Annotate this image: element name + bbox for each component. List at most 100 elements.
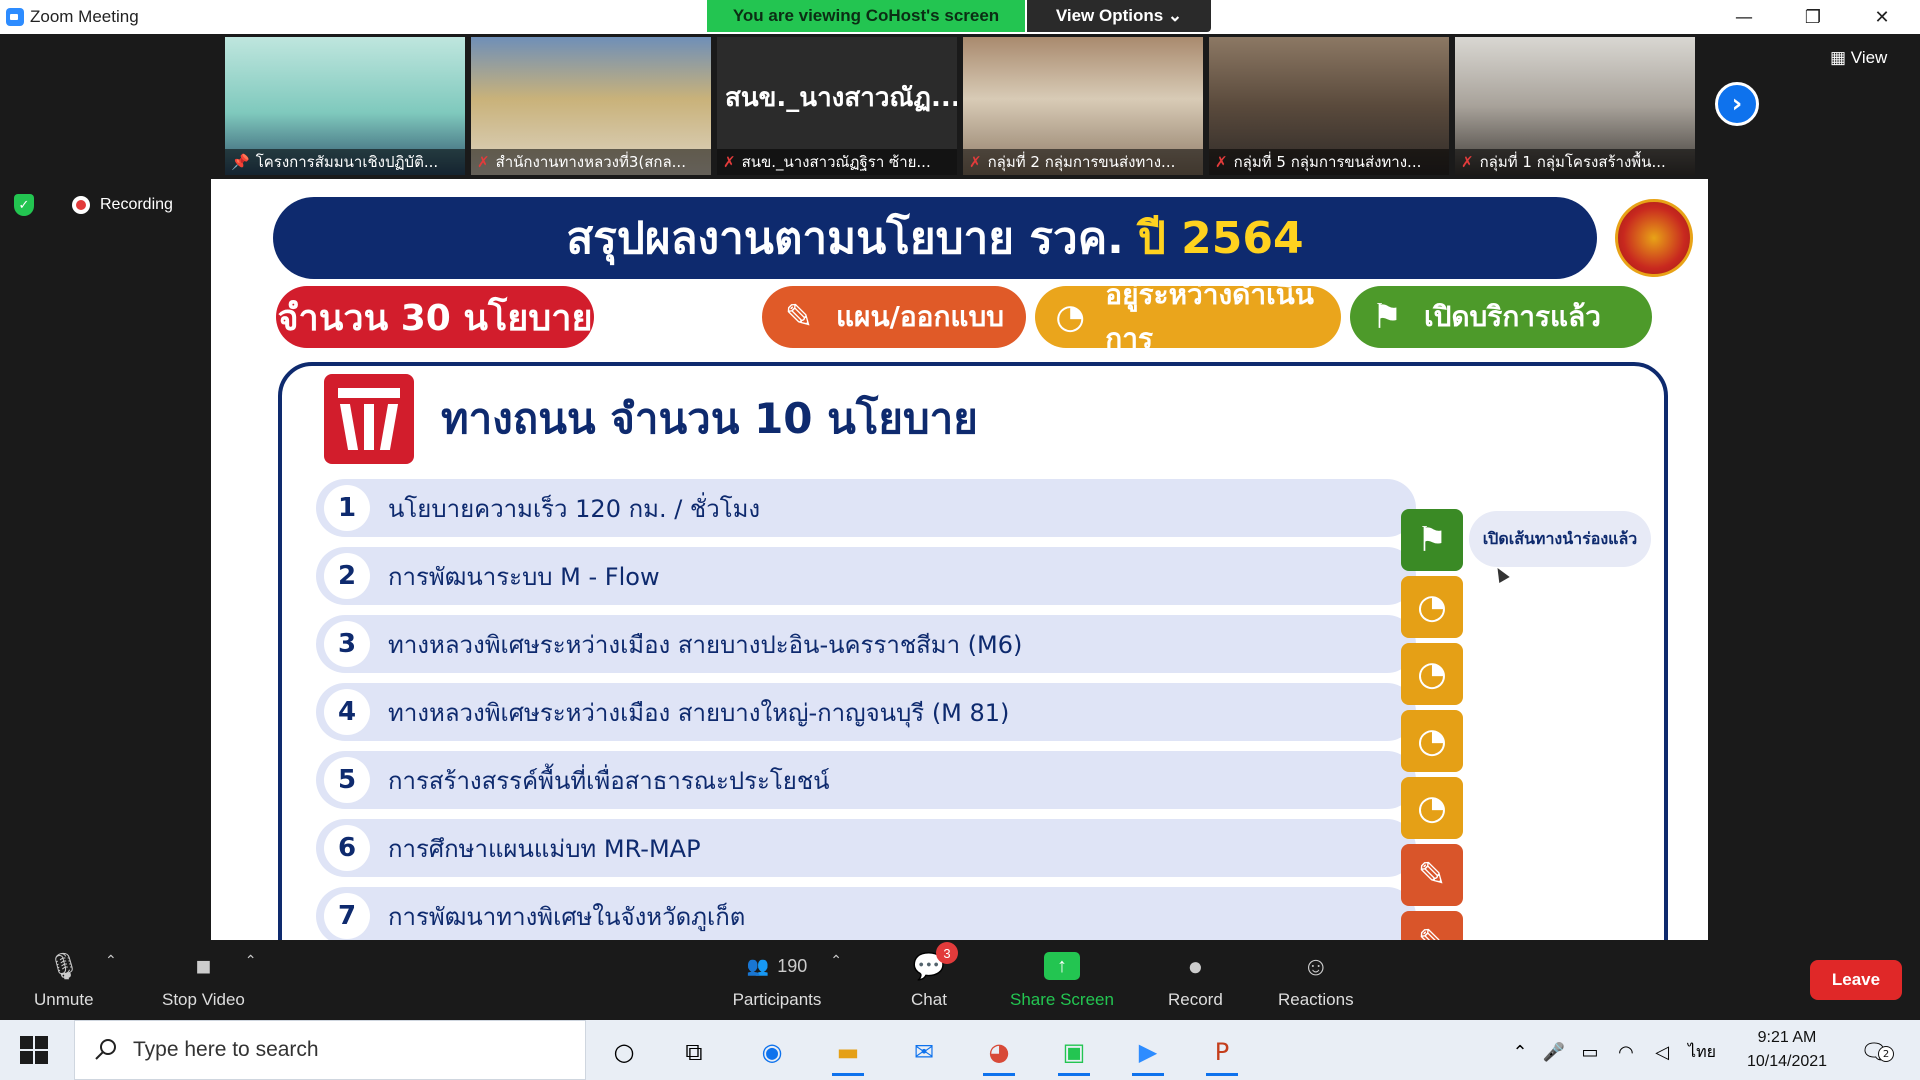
volume-icon[interactable]: ◁ xyxy=(1638,1028,1686,1076)
participant-tile[interactable]: สนข._นางสาวณัฏ... ✗ สนข._นางสาวณัฏฐิรา ซ้… xyxy=(717,37,957,175)
share-screen-button[interactable]: ↑ Share Screen xyxy=(1010,948,1114,1010)
muted-mic-icon: ✗ xyxy=(1461,153,1474,171)
status-progress-icon: ◔ xyxy=(1401,777,1463,839)
ruler-pencil-icon: ✎ xyxy=(784,297,814,337)
legend-in-progress: ◔ อยู่ระหว่างดำเนินการ xyxy=(1035,278,1341,355)
grid-icon: ▦ xyxy=(1830,48,1851,67)
powerpoint-icon[interactable]: P xyxy=(1198,1028,1246,1076)
section-title: ทางถนน จำนวน 10 นโยบาย xyxy=(441,394,978,443)
title-bar: Zoom Meeting You are viewing CoHost's sc… xyxy=(0,0,1920,34)
recording-label: Recording xyxy=(100,196,173,213)
participants-icon: 👥 190 ⌃ xyxy=(746,952,842,976)
participant-tile[interactable]: 📌 โครงการสัมมนาเชิงปฏิบัติ... xyxy=(225,37,465,175)
policy-row: 4 ทางหลวงพิเศษระหว่างเมือง สายบางใหญ่-กา… xyxy=(316,683,1416,741)
view-options-button[interactable]: View Options ⌄ xyxy=(1027,0,1211,32)
ministry-seal xyxy=(1615,199,1693,277)
taskbar-search-input[interactable]: Type here to search xyxy=(74,1020,586,1080)
row-number: 6 xyxy=(324,825,370,871)
policy-row: 5 การสร้างสรรค์พื้นที่เพื่อสาธารณะประโยช… xyxy=(316,751,1416,809)
pin-icon: 📌 xyxy=(231,153,250,171)
notifications-icon[interactable]: 🗨 2 xyxy=(1850,1028,1898,1076)
chevron-up-icon[interactable]: ⌃ xyxy=(245,952,257,969)
participant-tile[interactable]: ✗ กลุ่มที่ 2 กลุ่มการขนส่งทาง... xyxy=(963,37,1203,175)
participant-tile[interactable]: ✗ สำนักงานทางหลวงที่3(สกล... xyxy=(471,37,711,175)
row-label: การพัฒนาระบบ M - Flow xyxy=(388,562,660,591)
windows-start-icon[interactable] xyxy=(20,1036,48,1064)
row-label: การพัฒนาทางพิเศษในจังหวัดภูเก็ต xyxy=(388,902,746,931)
clock-date: 10/14/2021 xyxy=(1746,1053,1828,1070)
legend-plan: ✎ แผน/ออกแบบ xyxy=(762,286,1026,348)
windows-taskbar: Type here to search ○ ⧉ ◉ ▬ ✉ ◕ ▣ ▶ P ⌃ … xyxy=(0,1020,1920,1080)
close-icon[interactable]: ✕ xyxy=(1852,0,1912,34)
video-camera-icon: ■ ⌃ xyxy=(195,950,257,981)
taskbar-clock[interactable]: 9:21 AM 10/14/2021 xyxy=(1738,1026,1836,1074)
status-progress-icon: ◔ xyxy=(1401,576,1463,638)
row-label: ทางหลวงพิเศษระหว่างเมือง สายบางปะอิน-นคร… xyxy=(388,630,1023,659)
cortana-icon[interactable]: ○ xyxy=(600,1028,648,1076)
row-label: การสร้างสรรค์พื้นที่เพื่อสาธารณะประโยชน์ xyxy=(388,766,830,795)
participant-caption: 📌 โครงการสัมมนาเชิงปฏิบัติ... xyxy=(225,149,465,175)
reactions-button[interactable]: ☺ Reactions xyxy=(1278,948,1354,1010)
chat-button[interactable]: 💬 3 Chat xyxy=(910,942,958,1010)
edge-icon[interactable]: ◉ xyxy=(748,1028,796,1076)
policy-row: 2 การพัฒนาระบบ M - Flow xyxy=(316,547,1416,605)
slide-title: สรุปผลงานตามนโยบาย รวค. xyxy=(566,213,1124,264)
file-explorer-icon[interactable]: ▬ xyxy=(824,1028,872,1076)
next-page-button[interactable]: › xyxy=(1715,82,1759,126)
muted-mic-icon: ✗ xyxy=(723,153,736,171)
search-placeholder: Type here to search xyxy=(133,1038,319,1061)
slide-year: ปี 2564 xyxy=(1137,213,1304,264)
zoom-taskbar-icon[interactable]: ▶ xyxy=(1124,1028,1172,1076)
row-label: ทางหลวงพิเศษระหว่างเมือง สายบางใหญ่-กาญจ… xyxy=(388,698,1010,727)
meeting-toolbar: 🎙 ⌃ Unmute ■ ⌃ Stop Video 👥 190 ⌃ Participa… xyxy=(0,940,1920,1020)
participant-caption: ✗ กลุ่มที่ 1 กลุ่มโครงสร้างพื้น... xyxy=(1455,149,1695,175)
participants-button[interactable]: 👥 190 ⌃ Participants xyxy=(722,948,842,1010)
status-open-flag-icon: ⚑ xyxy=(1401,509,1463,571)
participant-caption: ✗ กลุ่มที่ 5 กลุ่มการขนส่งทาง... xyxy=(1209,149,1449,175)
shield-icon: ✓ xyxy=(14,194,34,216)
legend-open: ⚑ เปิดบริการแล้ว xyxy=(1350,286,1652,348)
row1-note: เปิดเส้นทางนำร่องแล้ว xyxy=(1469,511,1651,567)
mail-icon[interactable]: ✉ xyxy=(900,1028,948,1076)
policy-count-pill: จำนวน 30 นโยบาย xyxy=(276,286,594,348)
road-icon xyxy=(324,374,414,464)
leave-button[interactable]: Leave xyxy=(1810,960,1902,1000)
row-number: 4 xyxy=(324,689,370,735)
shared-screen: สรุปผลงานตามนโยบาย รวค. ปี 2564 จำนวน 30… xyxy=(211,179,1708,940)
zoom-app-icon xyxy=(6,8,24,26)
row-label: การศึกษาแผนแม่บท MR-MAP xyxy=(388,834,701,863)
share-screen-icon: ↑ xyxy=(1043,948,1081,984)
chrome-icon[interactable]: ◕ xyxy=(975,1028,1023,1076)
row-number: 3 xyxy=(324,621,370,667)
view-button[interactable]: ▦ View xyxy=(1830,48,1887,68)
line-app-icon[interactable]: ▣ xyxy=(1050,1028,1098,1076)
row-number: 1 xyxy=(324,485,370,531)
chevron-up-icon[interactable]: ⌃ xyxy=(830,952,842,969)
muted-mic-icon: ✗ xyxy=(969,153,982,171)
row-label: นโยบายความเร็ว 120 กม. / ชั่วโมง xyxy=(388,494,761,523)
muted-mic-icon: ✗ xyxy=(477,153,490,171)
chevron-up-icon[interactable]: ⌃ xyxy=(105,952,117,969)
task-view-icon[interactable]: ⧉ xyxy=(670,1028,718,1076)
participant-strip: 📌 โครงการสัมมนาเชิงปฏิบัติ... ✗ สำนักงานทา… xyxy=(225,37,1695,175)
record-button[interactable]: ● Record xyxy=(1168,948,1223,1010)
record-icon: ● xyxy=(1187,950,1204,981)
restore-icon[interactable]: ❐ xyxy=(1783,0,1843,34)
status-progress-icon: ◔ xyxy=(1401,710,1463,772)
unmute-button[interactable]: 🎙 ⌃ Unmute xyxy=(34,948,117,1010)
language-indicator[interactable]: ไทย xyxy=(1682,1028,1722,1076)
participant-caption: ✗ สำนักงานทางหลวงที่3(สกล... xyxy=(471,149,711,175)
notification-badge: 2 xyxy=(1878,1046,1894,1062)
chat-badge: 3 xyxy=(936,942,958,964)
meeting-area: 📌 โครงการสัมมนาเชิงปฏิบัติ... ✗ สำนักงานทา… xyxy=(0,34,1920,940)
participant-tile[interactable]: ✗ กลุ่มที่ 1 กลุ่มโครงสร้างพื้น... xyxy=(1455,37,1695,175)
policy-row: 1 นโยบายความเร็ว 120 กม. / ชั่วโมง xyxy=(316,479,1416,537)
stop-video-button[interactable]: ■ ⌃ Stop Video xyxy=(162,948,257,1010)
policy-list: 1 นโยบายความเร็ว 120 กม. / ชั่วโมง 2 การ… xyxy=(316,479,1416,940)
search-icon xyxy=(95,1039,116,1060)
checkered-flag-icon: ⚑ xyxy=(1371,297,1403,337)
policy-row: 6 การศึกษาแผนแม่บท MR-MAP xyxy=(316,819,1416,877)
participant-tile[interactable]: ✗ กลุ่มที่ 5 กลุ่มการขนส่งทาง... xyxy=(1209,37,1449,175)
minimize-icon[interactable]: — xyxy=(1714,0,1774,34)
chat-icon: 💬 3 xyxy=(910,942,958,984)
